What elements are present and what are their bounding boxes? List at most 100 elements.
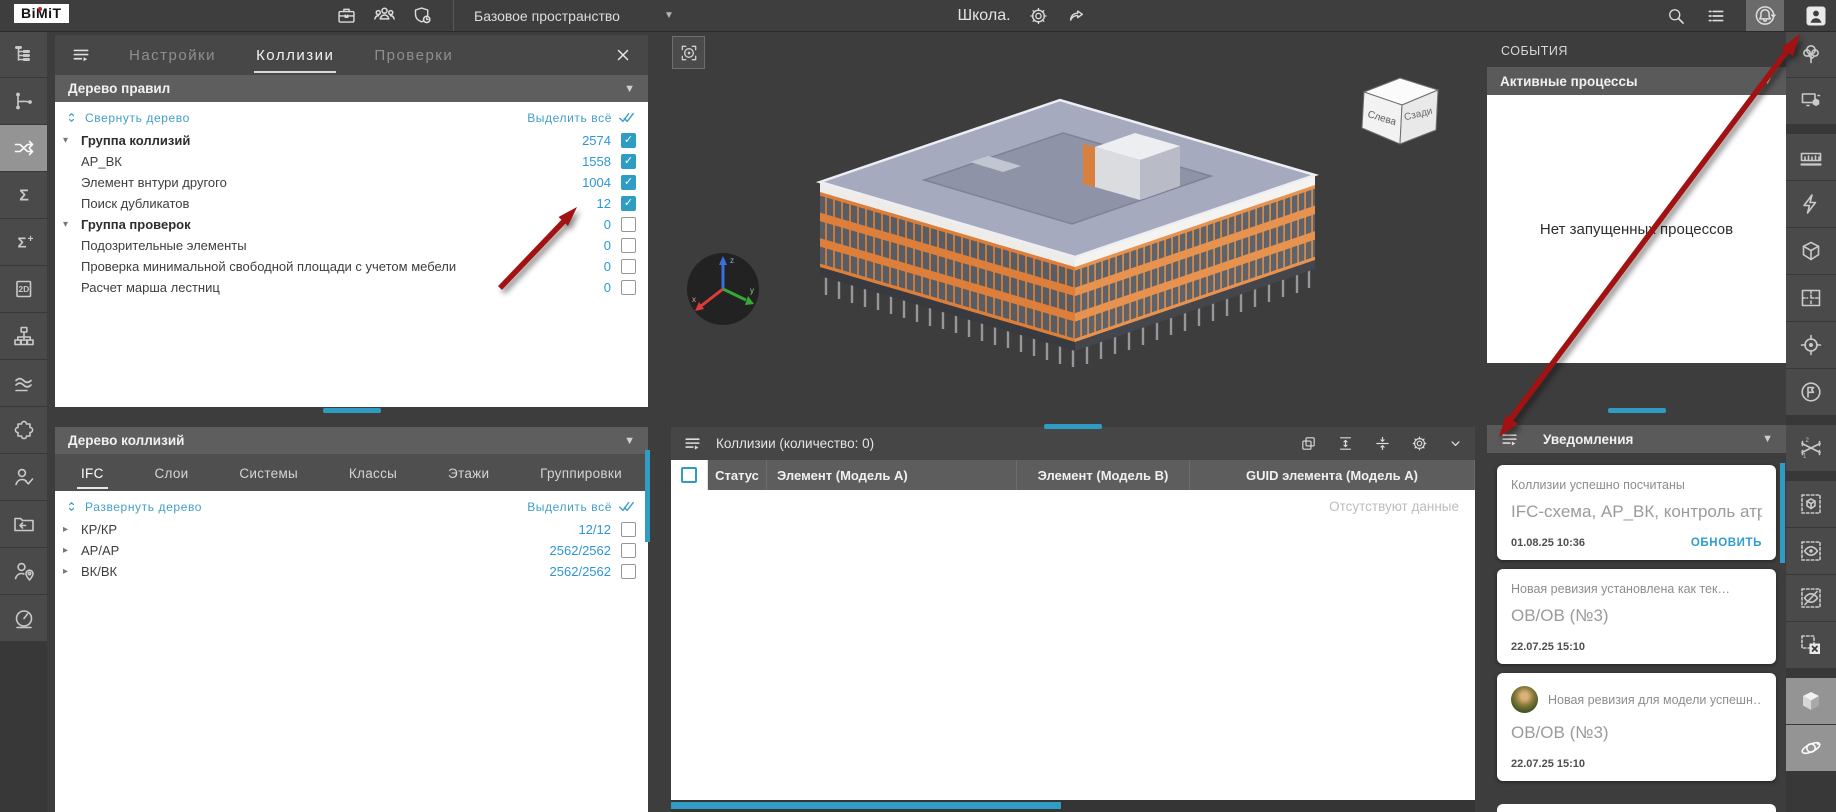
table-menu-icon[interactable]	[683, 434, 702, 453]
tool-trends[interactable]	[0, 360, 47, 406]
tree-caret-icon[interactable]: ▾	[63, 219, 81, 230]
vertical-scrollbar[interactable]	[645, 450, 650, 542]
tool-structure-tree[interactable]	[0, 31, 47, 77]
tree-caret-icon[interactable]: ▾	[63, 135, 81, 146]
collision-tab-слои[interactable]: Слои	[151, 457, 193, 489]
copy-icon[interactable]	[1300, 435, 1317, 452]
chevron-down-icon[interactable]: ▼	[624, 435, 635, 447]
tool-dashboard-gauge[interactable]	[0, 595, 47, 641]
notifications-bell-icon[interactable]	[1746, 0, 1784, 31]
tree-caret-icon[interactable]: ▸	[63, 545, 81, 556]
tab-collisions[interactable]: Коллизии	[254, 38, 336, 73]
tree-row[interactable]: ▸ВК/ВК2562/2562	[55, 561, 648, 582]
tree-row-checkbox[interactable]	[621, 543, 636, 558]
tree-row[interactable]: Подозрительные элементы0	[55, 235, 648, 256]
panel-resize-handle[interactable]	[1044, 424, 1102, 429]
split-view-icon[interactable]	[1374, 435, 1391, 452]
notification-card[interactable]: Новая ревизия для модели успешн…ОВ/ОВ (№…	[1497, 673, 1776, 781]
tool-clear-selection[interactable]	[1786, 622, 1836, 668]
tree-row-checkbox[interactable]	[621, 238, 636, 253]
workspace-select[interactable]: Базовое пространство ▼	[474, 8, 674, 24]
notifications-header[interactable]: Уведомления ▼	[1487, 425, 1786, 453]
collision-tab-классы[interactable]: Классы	[345, 457, 401, 489]
tool-user-check[interactable]	[0, 454, 47, 500]
tree-row-checkbox[interactable]: ✓	[621, 196, 636, 211]
chevron-down-icon[interactable]: ▼	[624, 83, 635, 95]
focus-view-button[interactable]	[672, 36, 705, 69]
notification-card-partial[interactable]	[1497, 804, 1776, 812]
notifications-menu-icon[interactable]	[1500, 430, 1519, 449]
tree-caret-icon[interactable]: ▸	[63, 524, 81, 535]
tree-row[interactable]: Проверка минимальной свободной площади с…	[55, 256, 648, 277]
panel-resize-handle[interactable]	[1608, 408, 1666, 413]
collision-tab-группировки[interactable]: Группировки	[536, 457, 626, 489]
search-icon[interactable]	[1666, 6, 1686, 26]
tool-select-elements[interactable]	[1786, 78, 1836, 124]
tree-row-checkbox[interactable]	[621, 522, 636, 537]
tool-floor-plan[interactable]	[1786, 275, 1836, 321]
tree-row[interactable]: ▾Группа проверок0	[55, 214, 648, 235]
tab-checks[interactable]: Проверки	[372, 38, 455, 73]
tool-sum-plus[interactable]: Σ+	[0, 219, 47, 265]
close-icon[interactable]	[614, 46, 632, 64]
tree-row-checkbox[interactable]: ✓	[621, 175, 636, 190]
tool-dimensions[interactable]: 12	[1786, 425, 1836, 471]
collision-tab-системы[interactable]: Системы	[235, 457, 302, 489]
tree-row[interactable]: ▸КР/КР12/12	[55, 519, 648, 540]
tool-connections[interactable]	[0, 78, 47, 124]
notification-card[interactable]: Новая ревизия установлена как тек…ОВ/ОВ …	[1497, 569, 1776, 664]
refresh-action[interactable]: ОБНОВИТЬ	[1691, 537, 1762, 549]
tool-folder-export[interactable]	[0, 501, 47, 547]
axis-gizmo[interactable]: z x y	[684, 250, 762, 328]
tree-row[interactable]: Расчет марша лестниц0	[55, 277, 648, 298]
select-all-link[interactable]: Выделить всё	[527, 498, 635, 515]
roles-icon[interactable]	[412, 5, 433, 26]
fit-rows-icon[interactable]	[1337, 435, 1354, 452]
tree-row-checkbox[interactable]	[621, 280, 636, 295]
chevron-down-icon[interactable]	[1448, 436, 1463, 451]
tool-section-cube[interactable]	[1786, 228, 1836, 274]
notification-card[interactable]: Коллизии успешно посчитаныIFC-схема, АР_…	[1497, 465, 1776, 560]
chevron-down-icon[interactable]: ▼	[1762, 75, 1773, 87]
tree-row[interactable]: Поиск дубликатов12✓	[55, 193, 648, 214]
team-icon[interactable]	[373, 4, 396, 27]
tool-tree[interactable]	[1786, 31, 1836, 77]
expand-tree-link[interactable]: Развернуть дерево	[65, 500, 202, 514]
tool-sheet-2d[interactable]: 2D	[0, 266, 47, 312]
share-icon[interactable]	[1067, 6, 1087, 26]
table-settings-icon[interactable]	[1411, 435, 1428, 452]
tool-org-chart[interactable]	[0, 313, 47, 359]
menu-list-icon[interactable]	[1706, 6, 1726, 26]
chevron-down-icon[interactable]: ▼	[1762, 433, 1773, 445]
horizontal-scrollbar[interactable]	[671, 802, 1061, 809]
project-settings-icon[interactable]	[1029, 6, 1049, 26]
tool-show-selected[interactable]	[1786, 528, 1836, 574]
tool-flash[interactable]	[1786, 181, 1836, 227]
collapse-tree-link[interactable]: Свернуть дерево	[65, 111, 190, 125]
tool-user-location[interactable]	[0, 548, 47, 594]
tool-plugins[interactable]	[0, 407, 47, 453]
tree-caret-icon[interactable]: ▸	[63, 566, 81, 577]
panel-resize-handle[interactable]	[323, 408, 381, 413]
tree-row[interactable]: ▾Группа коллизий2574✓	[55, 130, 648, 151]
tree-row[interactable]: АР_ВК1558✓	[55, 151, 648, 172]
tool-flag[interactable]	[1786, 369, 1836, 415]
tree-row-checkbox[interactable]	[621, 259, 636, 274]
tree-row-checkbox[interactable]: ✓	[621, 154, 636, 169]
table-select-all-checkbox[interactable]	[681, 467, 697, 483]
tree-row-checkbox[interactable]: ✓	[621, 133, 636, 148]
navigation-cube[interactable]: Слева Сзади	[1352, 68, 1447, 152]
tool-sum[interactable]: Σ	[0, 172, 47, 218]
tool-orbit-view[interactable]	[1786, 725, 1836, 771]
panel-menu-icon[interactable]	[71, 45, 91, 65]
collision-tree-header[interactable]: Дерево коллизий ▼	[55, 427, 648, 454]
tool-ruler[interactable]	[1786, 134, 1836, 180]
tool-target[interactable]	[1786, 322, 1836, 368]
tree-row[interactable]: ▸АР/АР2562/2562	[55, 540, 648, 561]
tool-solid-view[interactable]	[1786, 678, 1836, 724]
projects-icon[interactable]	[336, 5, 357, 26]
select-all-link[interactable]: Выделить всё	[527, 109, 635, 126]
vertical-scrollbar[interactable]	[1780, 463, 1785, 563]
profile-icon[interactable]	[1804, 4, 1828, 28]
tab-settings[interactable]: Настройки	[127, 38, 218, 73]
